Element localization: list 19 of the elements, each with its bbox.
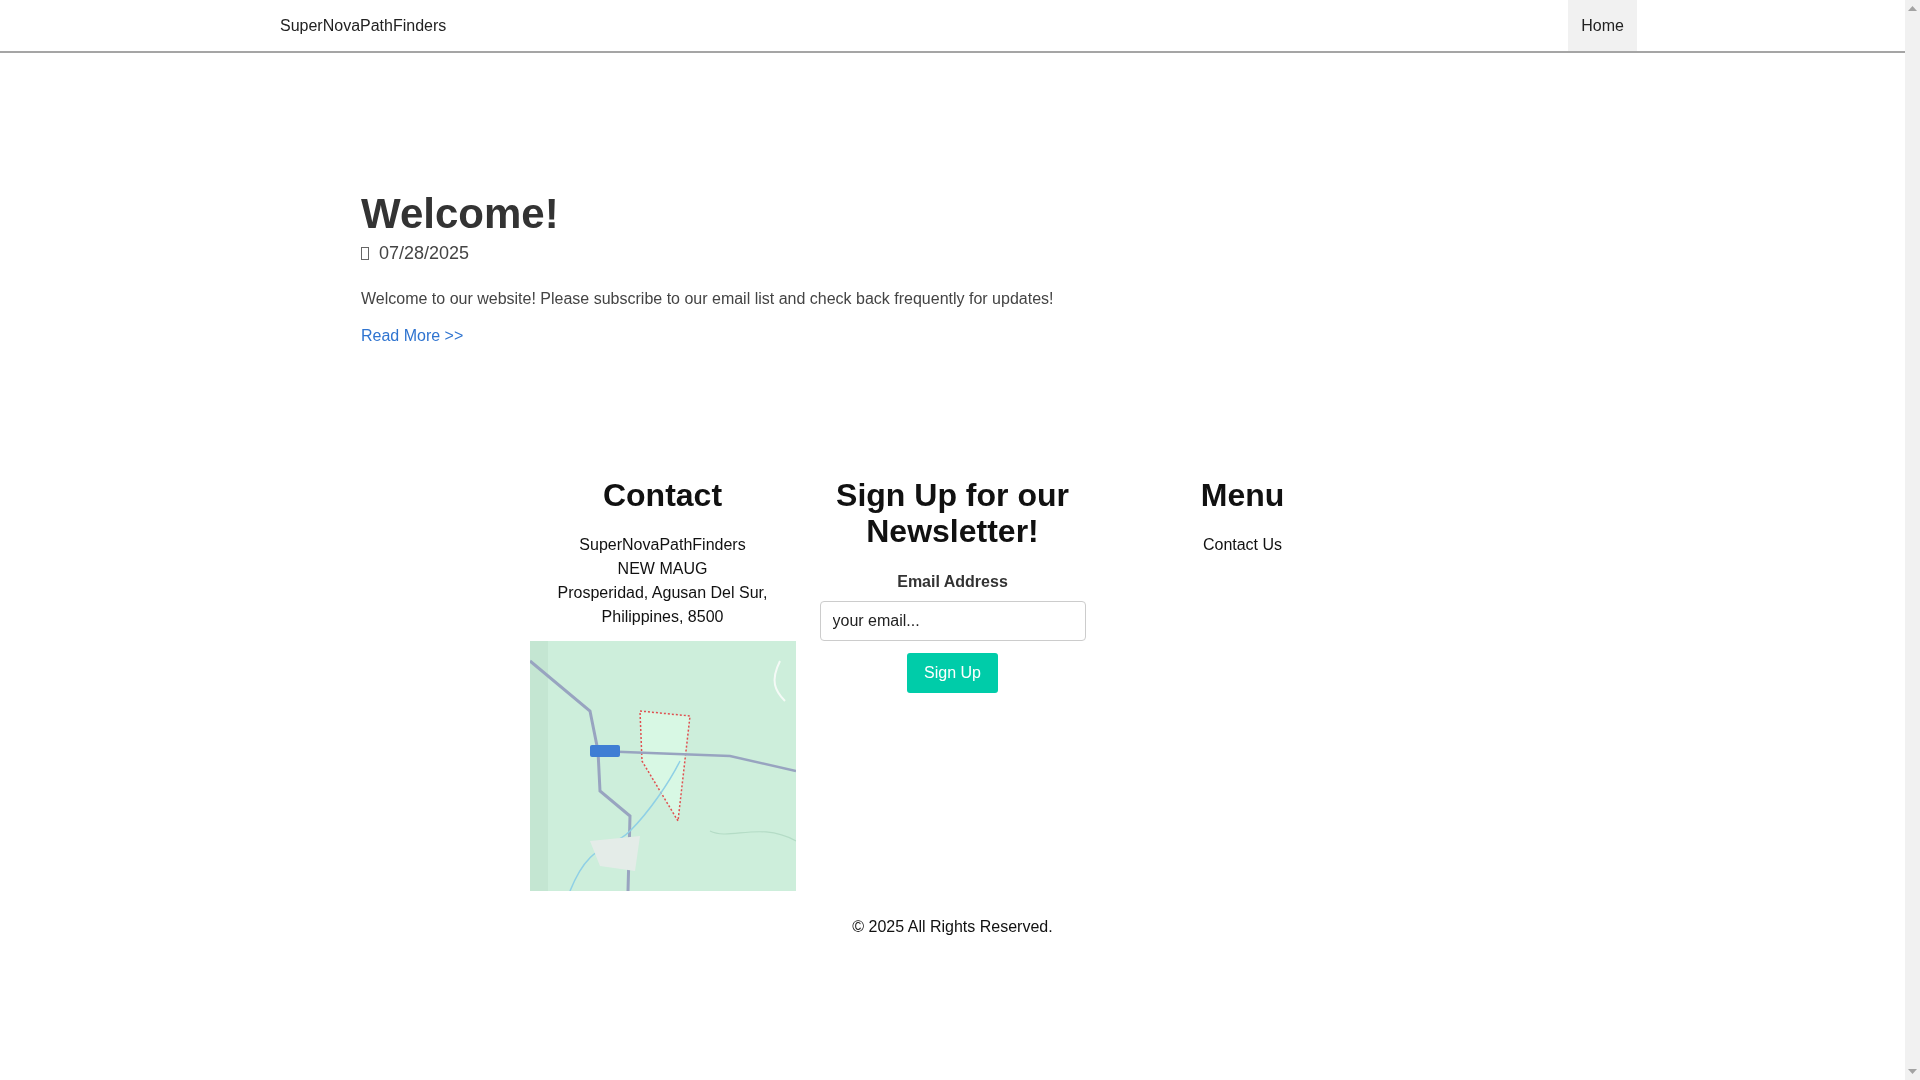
- scroll-down-icon[interactable]: [1908, 1069, 1917, 1074]
- scrollbar[interactable]: [1905, 0, 1920, 1080]
- menu-heading: Menu: [1200, 477, 1285, 513]
- menu-link[interactable]: Contact Us: [1202, 533, 1283, 557]
- email-field[interactable]: your email...: [819, 601, 1086, 641]
- address-line: SuperNovaPathFinders: [579, 535, 746, 555]
- copyright-text: © 2025 All Rights Reserved.: [851, 918, 1054, 936]
- post-title: Welcome!: [361, 189, 560, 239]
- scroll-up-icon[interactable]: [1908, 6, 1917, 11]
- contact-heading: Contact: [602, 477, 723, 513]
- nav-link[interactable]: Home: [1568, 0, 1637, 51]
- address-line: NEW MAUG: [617, 559, 708, 579]
- email-label: Email Address: [897, 573, 1008, 591]
- address-line: Prosperidad, Agusan Del Sur, Philippines, 8500: [556, 583, 769, 627]
- post-date: 07/28/2025: [379, 243, 470, 264]
- newsletter-heading: Sign Up for our Newsletter!: [835, 477, 1070, 549]
- read-more-link[interactable]: Read More >>: [361, 327, 464, 345]
- site-brand[interactable]: SuperNovaPathFinders: [280, 16, 447, 35]
- post-text: Welcome to our website! Please subscribe to our email list and check back frequently for updates!: [361, 290, 1055, 308]
